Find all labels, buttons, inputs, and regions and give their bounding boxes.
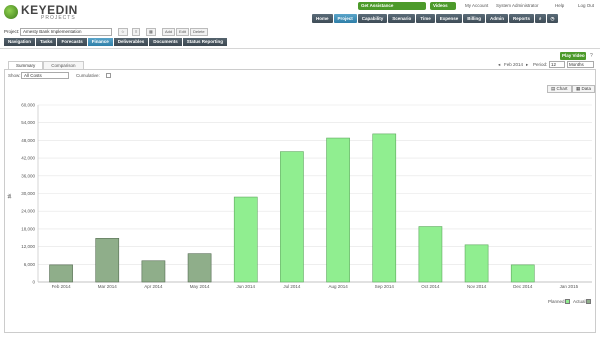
- x-tick-label: Sep 2014: [375, 284, 395, 289]
- y-tick-label: 60,000: [21, 103, 35, 108]
- bar-dec-2014: [510, 264, 535, 283]
- bar-sep-2014: [372, 133, 397, 283]
- x-tick-label: Dec 2014: [513, 284, 533, 289]
- legend-planned-label: Planned: [548, 299, 565, 304]
- bar-may-2014: [187, 253, 212, 283]
- y-tick-label: 36,000: [21, 173, 35, 178]
- y-tick-label: 12,000: [21, 244, 35, 249]
- finance-chart: 0 6,000 12,000 18,000 24,000 30,000 36,000 42,0…: [7, 103, 592, 289]
- x-tick-label: Jul 2014: [283, 284, 301, 289]
- x-tick-label: Apr 2014: [144, 284, 163, 289]
- x-tick-label: May 2014: [190, 284, 210, 289]
- y-tick-label: 24,000: [21, 209, 35, 214]
- x-tick-label: Feb 2014: [52, 284, 72, 289]
- y-axis-label: $k: [7, 193, 12, 199]
- x-tick-label: Jun 2014: [236, 284, 255, 289]
- x-tick-label: Mar 2014: [98, 284, 118, 289]
- bar-jun-2014: [233, 196, 258, 283]
- y-tick-label: 18,000: [21, 226, 35, 231]
- legend-planned-swatch: [565, 299, 570, 304]
- y-tick-label: 0: [32, 280, 35, 285]
- y-tick-label: 54,000: [21, 120, 35, 125]
- x-tick-label: Jan 2015: [560, 284, 579, 289]
- bar-nov-2014: [464, 244, 489, 283]
- legend-actual-swatch: [586, 299, 591, 304]
- y-tick-label: 48,000: [21, 138, 35, 143]
- bar-aug-2014: [326, 137, 350, 283]
- bar-mar-2014: [95, 238, 120, 283]
- y-tick-label: 42,000: [21, 156, 35, 161]
- x-tick-label: Nov 2014: [467, 284, 487, 289]
- y-tick-label: 30,000: [21, 191, 35, 196]
- legend-actual-label: Actual: [573, 299, 586, 304]
- bar-jul-2014: [280, 151, 304, 283]
- y-tick-label: 6,000: [24, 262, 36, 267]
- bar-feb-2014: [49, 264, 73, 283]
- x-tick-label: Aug 2014: [328, 284, 348, 289]
- bar-apr-2014: [141, 260, 166, 283]
- x-tick-label: Oct 2014: [421, 284, 440, 289]
- bar-oct-2014: [418, 226, 443, 283]
